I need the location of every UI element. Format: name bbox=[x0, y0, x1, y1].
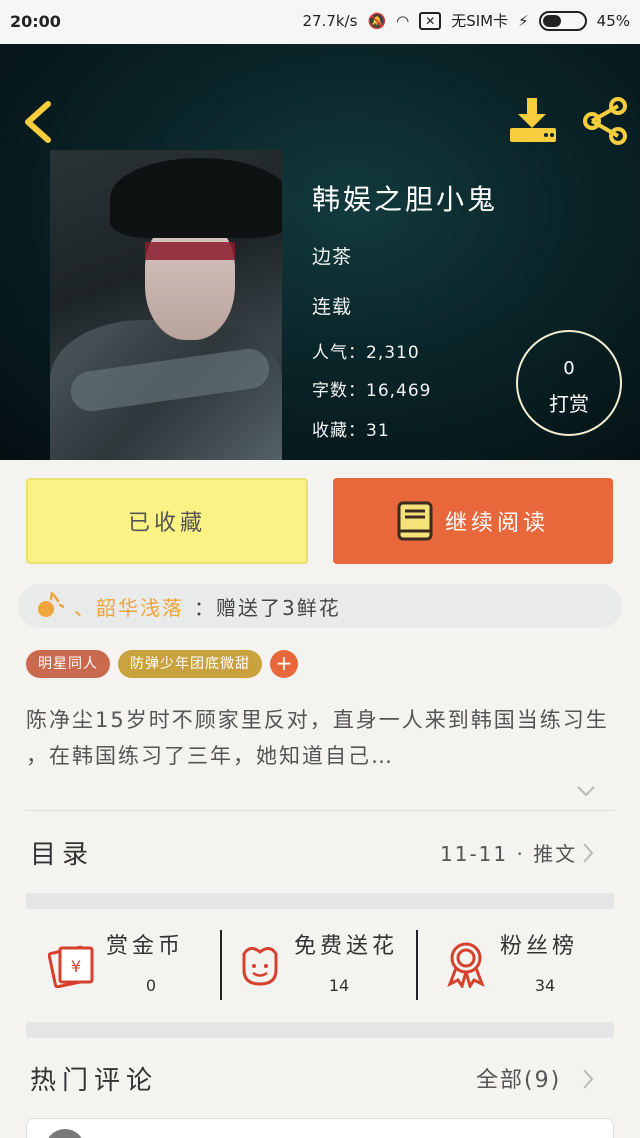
book-word-count: 字数：16,469 bbox=[312, 381, 432, 401]
divider bbox=[220, 930, 222, 1000]
back-icon[interactable] bbox=[18, 98, 58, 146]
flower-icon bbox=[242, 947, 278, 986]
stat-label: 赏金币 bbox=[106, 934, 185, 959]
gift-banner: 、韶华浅落 ：赠送了3鲜花 bbox=[18, 584, 622, 628]
share-icon[interactable] bbox=[580, 96, 630, 146]
divider bbox=[26, 810, 614, 811]
stat-label: 免费送花 bbox=[294, 934, 399, 959]
continue-reading-label: 继续阅读 bbox=[444, 511, 549, 536]
gift-user[interactable]: 、韶华浅落 bbox=[74, 592, 184, 621]
svg-text:¥: ¥ bbox=[71, 957, 81, 976]
battery-percent: 45% bbox=[596, 11, 630, 30]
book-author[interactable]: 边茶 bbox=[312, 242, 352, 269]
tag-item[interactable]: 防弹少年团底微甜 bbox=[118, 650, 262, 678]
award-ribbon-icon bbox=[447, 942, 485, 988]
section-gap bbox=[26, 1022, 614, 1038]
book-title: 韩娱之胆小鬼 bbox=[312, 183, 499, 216]
coin-reward-stat[interactable]: ¥ 赏金币 0 bbox=[48, 924, 218, 1004]
stat-value: 14 bbox=[328, 976, 350, 995]
book-description[interactable]: 陈净尘15岁时不顾家里反对，直身一人来到韩国当练习生 ，在韩国练习了三年，她知道… bbox=[26, 702, 616, 774]
book-popularity: 人气：2,310 bbox=[312, 343, 420, 363]
net-speed: 27.7k/s bbox=[302, 11, 358, 30]
battery-icon bbox=[538, 10, 587, 31]
toc-update: 11-11 · 推文 bbox=[440, 842, 578, 866]
wifi-icon: ◠ bbox=[396, 11, 410, 30]
status-time: 20:00 bbox=[10, 12, 61, 31]
tip-button[interactable]: 0 打赏 bbox=[516, 330, 622, 436]
chevron-down-icon[interactable] bbox=[576, 784, 596, 798]
sim-status: 无SIM卡 bbox=[451, 12, 509, 30]
favorited-label: 已收藏 bbox=[127, 511, 206, 536]
hot-comments-label: 热门评论 bbox=[30, 1066, 159, 1096]
download-icon[interactable] bbox=[508, 96, 558, 144]
tag-list: 明星同人 防弹少年团底微甜 + bbox=[26, 650, 298, 678]
comment-card[interactable] bbox=[26, 1118, 614, 1138]
add-tag-button[interactable]: + bbox=[270, 650, 298, 678]
continue-reading-button[interactable]: 继续阅读 bbox=[333, 478, 613, 564]
charging-icon: ⚡ bbox=[518, 11, 529, 30]
flower-icon bbox=[38, 591, 64, 617]
no-sim-icon: ✕ bbox=[419, 11, 442, 30]
tag-item[interactable]: 明星同人 bbox=[26, 650, 110, 678]
section-gap bbox=[26, 893, 614, 909]
book-header: 20:00 27.7k/s 🔕 ◠ ✕ 无SIM卡 ⚡ 45% 韩娱之胆小鬼 边… bbox=[0, 0, 640, 460]
book-icon bbox=[397, 501, 433, 541]
stat-value: 34 bbox=[534, 976, 556, 995]
toc-label: 目录 bbox=[30, 840, 95, 870]
mute-icon: 🔕 bbox=[367, 11, 387, 30]
chevron-right-icon bbox=[583, 843, 594, 863]
red-envelope-icon: ¥ bbox=[48, 945, 94, 988]
favorited-button[interactable]: 已收藏 bbox=[26, 478, 308, 564]
book-status: 连载 bbox=[312, 296, 353, 318]
tip-count: 0 bbox=[563, 358, 575, 379]
chevron-right-icon bbox=[583, 1069, 594, 1089]
book-favorites: 收藏：31 bbox=[312, 421, 390, 441]
stat-label: 粉丝榜 bbox=[500, 934, 579, 959]
free-flower-stat[interactable]: 免费送花 14 bbox=[236, 924, 412, 1004]
status-right: 27.7k/s 🔕 ◠ ✕ 无SIM卡 ⚡ 45% bbox=[302, 10, 630, 31]
tip-label: 打赏 bbox=[549, 392, 589, 416]
all-comments-label: 全部(9) bbox=[476, 1068, 562, 1093]
book-cover[interactable] bbox=[50, 150, 282, 460]
divider bbox=[416, 930, 418, 1000]
stat-value: 0 bbox=[145, 976, 157, 995]
gift-text: ：赠送了3鲜花 bbox=[194, 595, 341, 620]
avatar[interactable] bbox=[45, 1129, 85, 1138]
status-bar: 20:00 27.7k/s 🔕 ◠ ✕ 无SIM卡 ⚡ 45% bbox=[0, 0, 640, 44]
fan-ranking-stat[interactable]: 粉丝榜 34 bbox=[442, 924, 612, 1004]
